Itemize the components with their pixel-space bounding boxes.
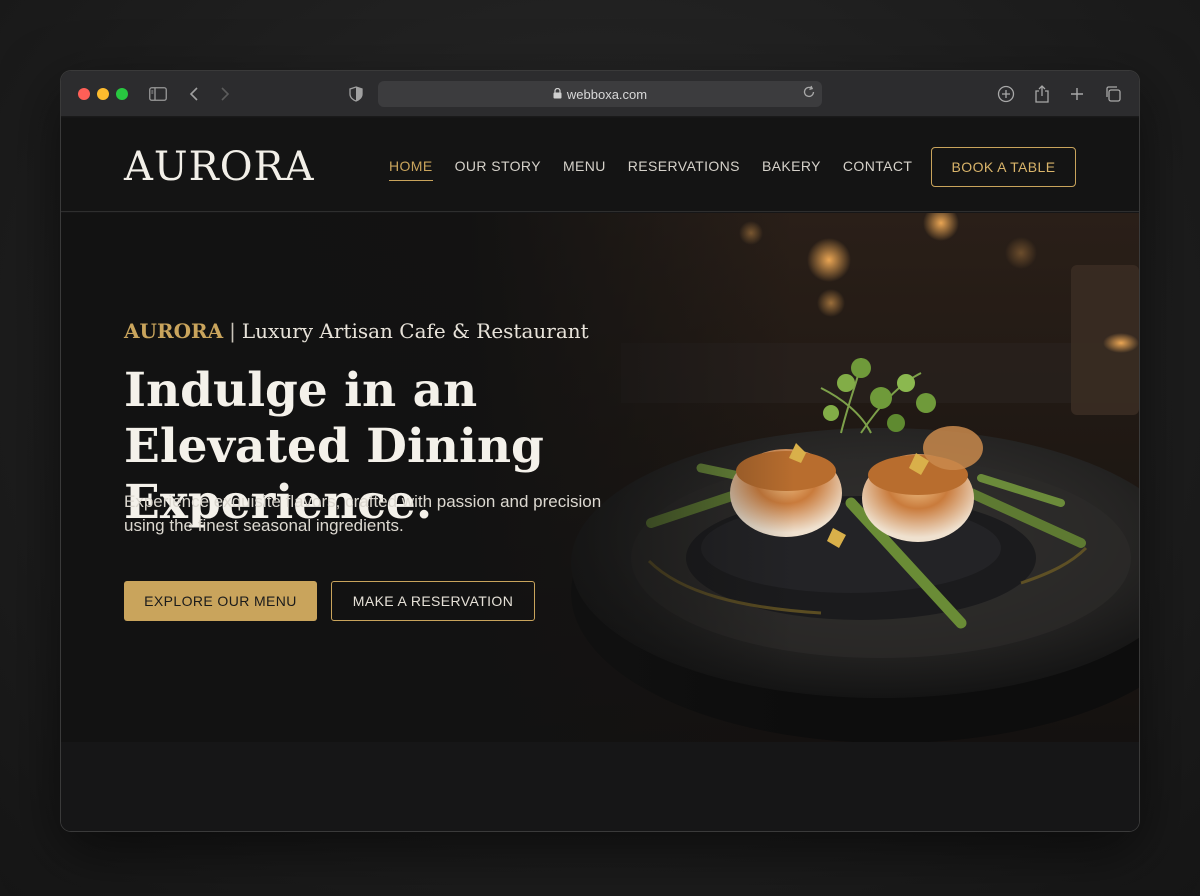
website: AURORA HOME OUR STORY MENU RESERVATIONS …: [61, 118, 1139, 831]
nav-item-contact[interactable]: CONTACT: [843, 158, 912, 181]
privacy-shield-icon[interactable]: [345, 83, 367, 105]
tagline-separator: |: [229, 319, 236, 343]
address-bar[interactable]: webboxa.com: [378, 81, 822, 107]
nav-item-reservations[interactable]: RESERVATIONS: [628, 158, 740, 181]
tagline-brand: AURORA: [124, 319, 224, 343]
hero-subtext: Experience exquisite flavors, crafted wi…: [124, 492, 602, 535]
sidebar-toggle-icon[interactable]: [147, 83, 169, 105]
zoom-window-button[interactable]: [116, 88, 128, 100]
site-logo[interactable]: AURORA: [124, 144, 315, 190]
make-reservation-button[interactable]: MAKE A RESERVATION: [331, 581, 535, 621]
site-header: AURORA HOME OUR STORY MENU RESERVATIONS …: [61, 118, 1139, 212]
nav-item-our-story[interactable]: OUR STORY: [455, 158, 541, 181]
book-a-table-button[interactable]: BOOK A TABLE: [931, 147, 1076, 187]
main-nav: HOME OUR STORY MENU RESERVATIONS BAKERY …: [389, 158, 912, 181]
hero-section: AURORA | Luxury Artisan Cafe & Restaurant …: [61, 213, 1139, 742]
minimize-window-button[interactable]: [97, 88, 109, 100]
url-text: webboxa.com: [566, 86, 648, 102]
share-icon[interactable]: [1031, 83, 1053, 105]
tab-overview-icon[interactable]: [1102, 83, 1124, 105]
next-section: [61, 742, 1139, 831]
nav-item-bakery[interactable]: BAKERY: [762, 158, 821, 181]
lock-icon: [553, 87, 562, 102]
tagline-text: Luxury Artisan Cafe & Restaurant: [241, 319, 589, 343]
browser-window: webboxa.com AURORA HOME OUR STORY MENU R…: [61, 71, 1139, 831]
close-window-button[interactable]: [78, 88, 90, 100]
forward-icon[interactable]: [214, 83, 236, 105]
nav-item-menu[interactable]: MENU: [563, 158, 606, 181]
explore-menu-button[interactable]: EXPLORE OUR MENU: [124, 581, 317, 621]
browser-toolbar: webboxa.com: [61, 71, 1139, 117]
hero-tagline: AURORA | Luxury Artisan Cafe & Restaurant: [124, 319, 589, 343]
nav-item-home[interactable]: HOME: [389, 158, 433, 181]
reload-icon[interactable]: [802, 85, 816, 102]
back-icon[interactable]: [183, 83, 205, 105]
download-icon[interactable]: [995, 83, 1017, 105]
new-tab-icon[interactable]: [1066, 83, 1088, 105]
